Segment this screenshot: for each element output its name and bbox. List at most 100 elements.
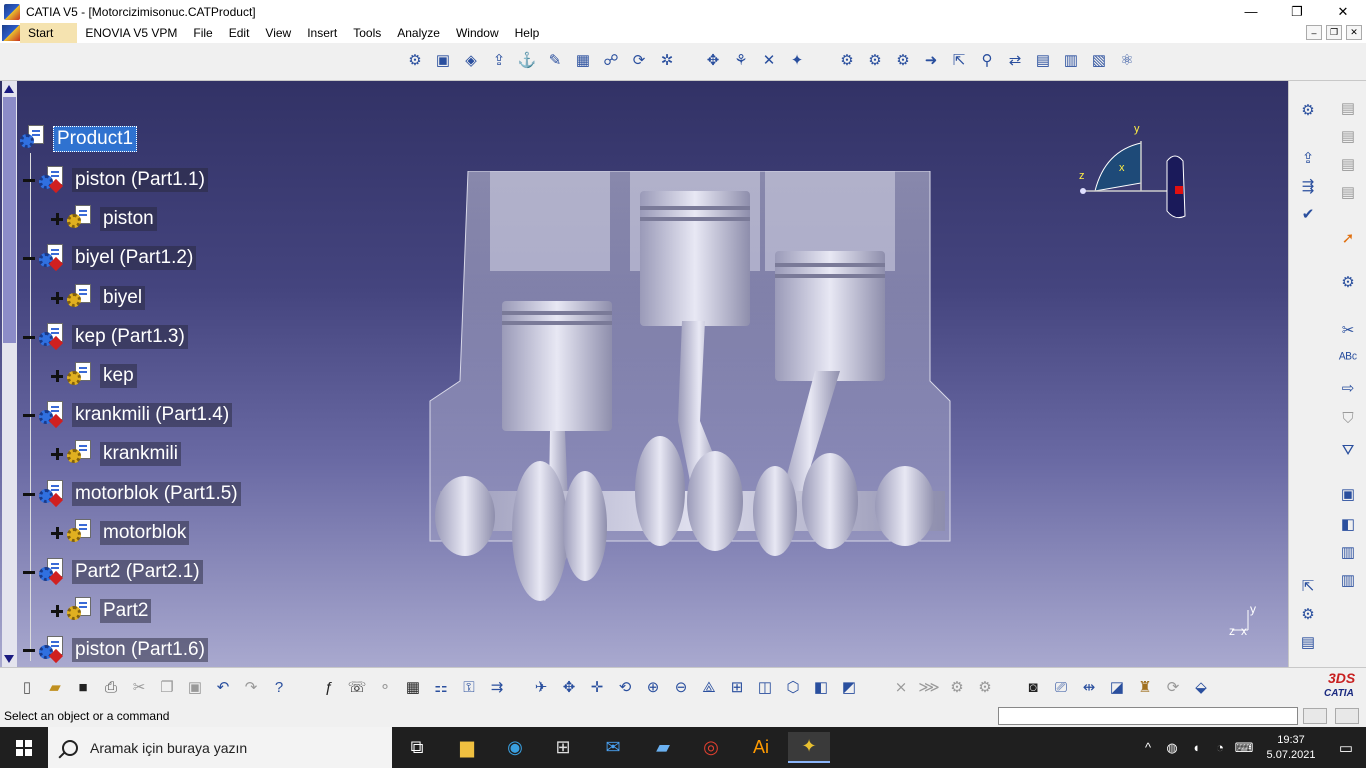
document-props-icon[interactable]: ▥ [1337,569,1359,591]
collapse-icon[interactable] [23,331,35,343]
expand-icon[interactable] [51,527,63,539]
tree-child-node[interactable]: piston [51,205,157,233]
tree-scrollbar[interactable] [2,81,17,667]
selective-load-icon[interactable]: ⟳ [628,49,650,71]
measure-inertia-icon[interactable]: ⚙ [946,676,968,698]
wifi-icon[interactable]: ◔ [1208,740,1232,755]
update-icon[interactable]: ⚛ [1116,49,1138,71]
catia-taskbar-icon[interactable]: ✦ [788,732,830,763]
task-view-icon[interactable]: ⧉ [396,732,438,763]
exploded-view-icon[interactable]: ⇶ [1297,175,1319,197]
tree-child-label[interactable]: piston [100,207,157,231]
close-button[interactable]: ✕ [1320,0,1366,23]
fix-together-icon[interactable]: ⚲ [976,49,998,71]
collapse-icon[interactable] [23,644,35,656]
manipulation-icon[interactable]: ✥ [702,49,724,71]
file-explorer-icon[interactable]: ▆ [446,732,488,763]
measure-between-icon[interactable]: ⨯ [890,676,912,698]
menu-analyze[interactable]: Analyze [389,23,448,43]
clash-analysis-icon[interactable]: ✔ [1297,203,1319,225]
existing-positioning-icon[interactable]: ⚓ [516,49,538,71]
tree-node-label[interactable]: kep (Part1.3) [72,325,188,349]
illustrator-icon[interactable]: Ai [740,732,782,763]
flag-note-icon[interactable]: ⇨ [1337,377,1359,399]
compass-widget[interactable] [1075,121,1195,221]
menu-help[interactable]: Help [507,23,548,43]
design-table-icon[interactable]: ▦ [402,676,424,698]
measure-item-icon[interactable]: ⋙ [918,676,940,698]
check-icon[interactable]: ⚬ [374,676,396,698]
tree-child-node[interactable]: krankmili [51,440,181,468]
mail-icon[interactable]: ✉ [592,732,634,763]
tree-child-node[interactable]: kep [51,362,137,390]
quick-constraint-icon[interactable]: ⇄ [1004,49,1026,71]
expand-icon[interactable] [51,605,63,617]
fly-mode-icon[interactable]: ✈ [530,676,552,698]
multi-view-icon[interactable]: ⊞ [726,676,748,698]
tree-child-label[interactable]: Part2 [100,599,152,623]
new-part-icon[interactable]: ◈ [460,49,482,71]
tree-node-label[interactable]: krankmili (Part1.4) [72,403,233,427]
shading-icon[interactable]: ⬡ [782,676,804,698]
capture-icon[interactable]: ◙ [1022,676,1044,698]
plane-system-icon[interactable]: ⇱ [1297,575,1319,597]
tree-child-node[interactable]: motorblok [51,519,190,547]
measure-icon[interactable]: ⛛ [1337,439,1359,461]
swap-visible-icon[interactable]: ◩ [838,676,860,698]
new-product-icon[interactable]: ▣ [432,49,454,71]
graph-tree-reordering-icon[interactable]: ▦ [572,49,594,71]
product-structure-icon[interactable]: ▤ [1337,97,1359,119]
tree-node[interactable]: piston (Part1.6) [23,636,208,664]
pan-icon[interactable]: ✛ [586,676,608,698]
existing-component-icon[interactable]: ⇪ [488,49,510,71]
tree-child-node[interactable]: biyel [51,284,146,312]
assembly-features-icon[interactable]: ▤ [1337,125,1359,147]
scroll-up-arrow[interactable] [4,85,14,93]
offset-constraint-icon[interactable]: ⚙ [892,49,914,71]
new-file-icon[interactable]: ▯ [16,676,38,698]
eraser-icon[interactable]: ⬙ [1190,676,1212,698]
publish-icon[interactable]: ◪ [1106,676,1128,698]
sectioning-icon[interactable]: ✂ [1337,319,1359,341]
expand-icon[interactable] [51,292,63,304]
tree-node-label[interactable]: motorblok (Part1.5) [72,482,241,506]
tree-child-label[interactable]: motorblok [100,521,190,545]
tree-node[interactable]: krankmili (Part1.4) [23,401,233,429]
open-folder-icon[interactable]: ▰ [44,676,66,698]
space-analysis-icon[interactable]: ⚙ [1337,271,1359,293]
publication-icon[interactable]: ◧ [1337,513,1359,535]
undo-icon[interactable]: ↶ [212,676,234,698]
knowledge-icon[interactable]: ▤ [1297,631,1319,653]
cycle-icon[interactable]: ⟳ [1162,676,1184,698]
tree-node-label[interactable]: biyel (Part1.2) [72,246,197,270]
tree-root-label[interactable]: Product1 [53,126,138,152]
windows-start-button[interactable] [0,727,48,768]
cut-icon[interactable]: ✂ [128,676,150,698]
iso-view-icon[interactable]: ◫ [754,676,776,698]
generate-numbering-icon[interactable]: ☍ [600,49,622,71]
bom-icon[interactable]: ♜ [1134,676,1156,698]
collapse-icon[interactable] [23,488,35,500]
tree-node[interactable]: piston (Part1.1) [23,166,208,194]
menu-insert[interactable]: Insert [299,23,345,43]
tray-chevron-icon[interactable]: ^ [1136,740,1160,755]
command-input[interactable] [998,707,1298,725]
menu-tools[interactable]: Tools [345,23,389,43]
edge-browser-icon[interactable]: ◉ [494,732,536,763]
equivalent-icon[interactable]: ⇉ [486,676,508,698]
engine-assembly-model[interactable] [420,171,960,641]
collapse-icon[interactable] [23,409,35,421]
doc-close-button[interactable]: ✕ [1346,25,1362,40]
fit-all-icon[interactable]: ✥ [558,676,580,698]
power-input-toggle[interactable] [1303,708,1327,724]
rules-icon[interactable]: ☏ [346,676,368,698]
scroll-thumb[interactable] [3,97,16,343]
menu-file[interactable]: File [185,23,220,43]
angle-constraint-icon[interactable]: ➜ [920,49,942,71]
menu-enovia[interactable]: ENOVIA V5 VPM [77,23,185,43]
fix-component-icon[interactable]: ⇱ [948,49,970,71]
new-component-icon[interactable]: ⚙ [404,49,426,71]
expand-icon[interactable] [51,370,63,382]
lock-icon[interactable]: ⚿ [458,676,480,698]
volume-icon[interactable]: ◖ [1184,740,1208,755]
